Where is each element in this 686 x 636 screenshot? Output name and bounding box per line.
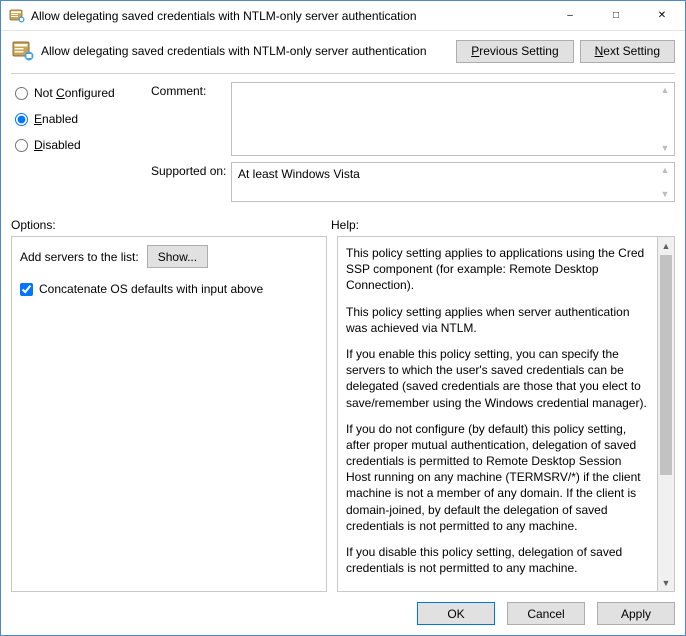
comment-row: Comment: ▲▼ (151, 82, 675, 156)
window-title: Allow delegating saved credentials with … (31, 9, 547, 23)
options-panel: Add servers to the list: Show... Concate… (11, 236, 327, 592)
maximize-button[interactable]: □ (593, 1, 639, 31)
minimize-button[interactable]: – (547, 1, 593, 31)
add-servers-label: Add servers to the list: (20, 250, 139, 264)
radio-disabled-input[interactable] (15, 139, 28, 152)
header: Allow delegating saved credentials with … (1, 31, 685, 67)
supported-scroll-stub: ▲▼ (658, 165, 672, 199)
next-setting-button[interactable]: Next Setting (580, 40, 675, 63)
section-labels: Options: Help: (1, 218, 685, 232)
supported-value: At least Windows Vista (238, 167, 360, 181)
app-icon (9, 8, 25, 24)
help-panel-wrap: This policy setting applies to applicati… (337, 236, 675, 592)
help-p2: This policy setting applies when server … (346, 304, 649, 336)
fields: Comment: ▲▼ Supported on: At least Windo… (151, 82, 675, 208)
cancel-button[interactable]: Cancel (507, 602, 585, 625)
state-radios: Not Configured Enabled Disabled (11, 82, 151, 208)
help-scrollbar[interactable]: ▲ ▼ (658, 236, 675, 592)
lower-section: Add servers to the list: Show... Concate… (1, 232, 685, 592)
help-panel: This policy setting applies to applicati… (337, 236, 658, 592)
policy-icon (11, 39, 35, 63)
comment-textarea[interactable]: ▲▼ (231, 82, 675, 156)
scroll-thumb[interactable] (660, 255, 672, 475)
show-button[interactable]: Show... (147, 245, 208, 268)
close-button[interactable]: ✕ (639, 1, 685, 31)
concatenate-checkbox-label: Concatenate OS defaults with input above (39, 282, 263, 296)
comment-scroll-stub: ▲▼ (658, 85, 672, 153)
scroll-up-icon[interactable]: ▲ (658, 237, 674, 254)
supported-textarea: At least Windows Vista ▲▼ (231, 162, 675, 202)
titlebar: Allow delegating saved credentials with … (1, 1, 685, 31)
apply-button[interactable]: Apply (597, 602, 675, 625)
comment-label: Comment: (151, 82, 231, 98)
scroll-down-icon[interactable]: ▼ (658, 574, 674, 591)
help-p4: If you do not configure (by default) thi… (346, 421, 649, 534)
policy-title: Allow delegating saved credentials with … (41, 44, 456, 58)
radio-not-configured[interactable]: Not Configured (11, 86, 151, 100)
supported-row: Supported on: At least Windows Vista ▲▼ (151, 162, 675, 202)
divider (11, 73, 675, 74)
concatenate-checkbox[interactable] (20, 283, 33, 296)
upper-section: Not Configured Enabled Disabled Comment:… (1, 82, 685, 208)
radio-enabled[interactable]: Enabled (11, 112, 151, 126)
add-servers-row: Add servers to the list: Show... (20, 245, 318, 268)
previous-setting-button[interactable]: Previous Setting (456, 40, 573, 63)
radio-enabled-input[interactable] (15, 113, 28, 126)
supported-label: Supported on: (151, 162, 231, 178)
ok-button[interactable]: OK (417, 602, 495, 625)
concatenate-checkbox-row[interactable]: Concatenate OS defaults with input above (20, 282, 318, 296)
help-p5: If you disable this policy setting, dele… (346, 544, 649, 576)
footer: OK Cancel Apply (1, 592, 685, 635)
options-label: Options: (11, 218, 331, 232)
help-p3: If you enable this policy setting, you c… (346, 346, 649, 411)
help-p1: This policy setting applies to applicati… (346, 245, 649, 294)
radio-not-configured-input[interactable] (15, 87, 28, 100)
radio-disabled[interactable]: Disabled (11, 138, 151, 152)
help-label: Help: (331, 218, 359, 232)
